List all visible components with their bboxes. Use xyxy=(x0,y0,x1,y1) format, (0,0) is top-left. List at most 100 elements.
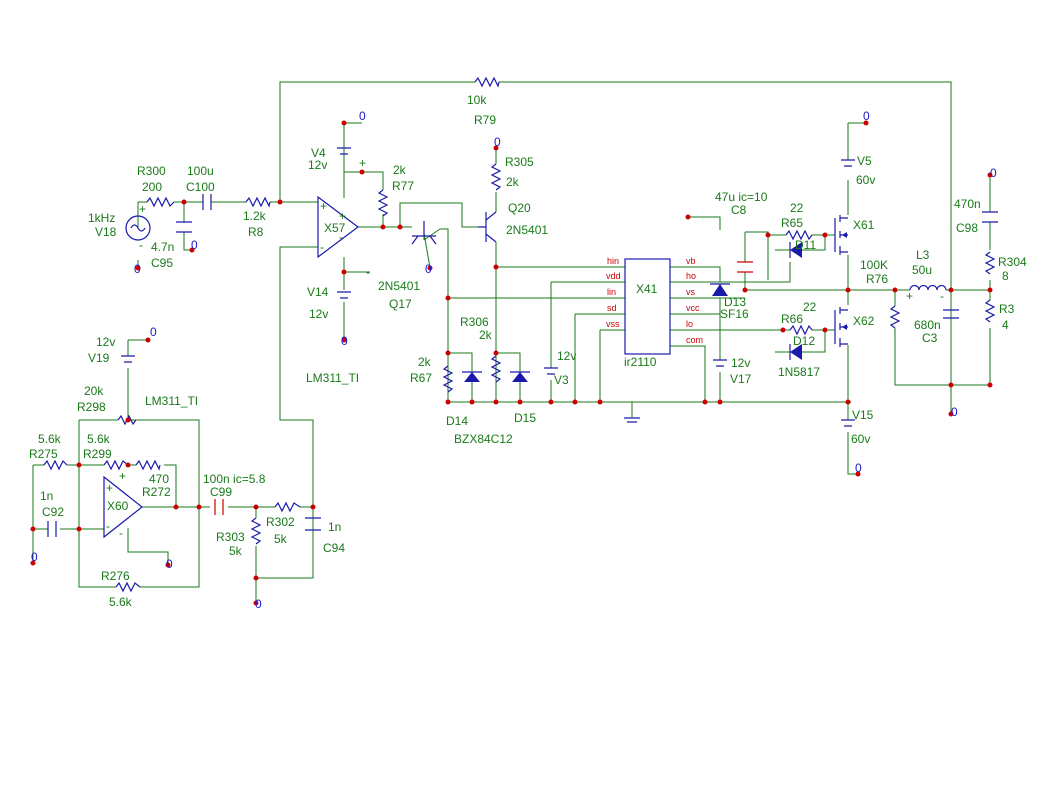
capacitor-c98 xyxy=(982,211,998,223)
label-r298: R298 xyxy=(77,400,106,414)
x60-minus-supply-mark: - xyxy=(119,526,123,540)
battery-v17 xyxy=(713,359,727,367)
label-lm311-x57: LM311_TI xyxy=(306,371,359,385)
pin-vss: vss xyxy=(606,319,620,329)
pin-lin: lin xyxy=(607,287,616,297)
resistor-r300 xyxy=(146,196,175,208)
node-dot xyxy=(987,287,993,293)
label-r275: R275 xyxy=(29,447,58,461)
node-dot xyxy=(359,169,365,175)
label-x62: X62 xyxy=(853,314,875,328)
v14-minus-mark: - xyxy=(366,265,370,279)
x60-plus-mark: + xyxy=(106,481,113,495)
v18-minus-mark: - xyxy=(139,238,143,252)
label-r3: R3 xyxy=(999,302,1015,316)
label-r77-value: 2k xyxy=(393,163,407,177)
label-r305-value: 2k xyxy=(506,175,520,189)
label-r67: R67 xyxy=(410,371,432,385)
resistor-r303 xyxy=(250,517,262,545)
label-v18: V18 xyxy=(95,225,117,239)
label-q20-value: 2N5401 xyxy=(506,223,548,237)
schematic-canvas: R300 200 100u C100 1kHz V18 4.7n C95 1.2… xyxy=(29,76,1027,611)
ground-label: 0 xyxy=(31,550,38,564)
capacitor-c95 xyxy=(176,221,192,233)
zener-d15 xyxy=(510,371,530,382)
label-d12-value: 1N5817 xyxy=(778,365,820,379)
label-r66: R66 xyxy=(781,312,803,326)
pin-lo: lo xyxy=(686,319,693,329)
transistor-q17 xyxy=(411,221,437,245)
node-dot xyxy=(822,232,828,238)
label-r306-value: 2k xyxy=(479,328,493,342)
label-r65: R65 xyxy=(781,216,803,230)
label-v15-value: 60v xyxy=(851,432,870,446)
label-v17: V17 xyxy=(730,372,752,386)
label-x60: X60 xyxy=(107,499,129,513)
label-r8-value: 1.2k xyxy=(243,209,267,223)
node-dot xyxy=(493,350,499,356)
label-d15: D15 xyxy=(514,411,536,425)
node-dot xyxy=(445,399,451,405)
resistor-r79 xyxy=(474,76,500,88)
x57-plus-mark: + xyxy=(320,199,327,213)
ir2110-pin-labels: hin vdd lin sd vss vb ho vs vcc lo com xyxy=(606,256,703,345)
battery-v19 xyxy=(121,355,135,363)
ground-label: 0 xyxy=(494,135,501,149)
label-v15: V15 xyxy=(852,408,874,422)
label-d12: D12 xyxy=(793,334,815,348)
label-r299: R299 xyxy=(83,447,112,461)
node-dot xyxy=(173,504,179,510)
label-r276-value: 5.6k xyxy=(109,595,133,609)
resistor-r302 xyxy=(274,501,301,513)
ground-label: 0 xyxy=(990,166,997,180)
node-dot xyxy=(780,327,786,333)
mosfet-x61 xyxy=(834,215,848,255)
label-r305: R305 xyxy=(505,155,534,169)
node-dot xyxy=(742,287,748,293)
pin-com: com xyxy=(686,335,703,345)
label-c95: C95 xyxy=(151,256,173,270)
label-c99: C99 xyxy=(210,485,232,499)
label-r272-value: 470 xyxy=(149,472,169,486)
label-r300-value: 200 xyxy=(142,180,162,194)
node-dot xyxy=(253,504,259,510)
node-dot xyxy=(517,399,523,405)
label-x61: X61 xyxy=(853,218,875,232)
label-r276: R276 xyxy=(101,569,130,583)
label-c3: C3 xyxy=(922,331,938,345)
label-c94: C94 xyxy=(323,541,345,555)
label-r306: R306 xyxy=(460,315,489,329)
label-r3-value: 4 xyxy=(1002,318,1009,332)
label-r79: R79 xyxy=(474,113,496,127)
label-c98: C98 xyxy=(956,221,978,235)
node-dot xyxy=(125,462,131,468)
label-c92: C92 xyxy=(42,505,64,519)
pin-vb: vb xyxy=(686,256,696,266)
label-r65-value: 22 xyxy=(790,201,804,215)
zener-d14 xyxy=(462,371,482,382)
label-r77: R77 xyxy=(392,179,414,193)
ground-icon xyxy=(624,417,640,423)
pin-hin: hin xyxy=(607,256,619,266)
label-d11: D11 xyxy=(795,238,816,252)
labels: R300 200 100u C100 1kHz V18 4.7n C95 1.2… xyxy=(29,93,1027,609)
node-dot xyxy=(277,199,283,205)
label-ir2110: ir2110 xyxy=(624,355,657,369)
label-q17-value: 2N5401 xyxy=(378,279,420,293)
node-dot xyxy=(702,399,708,405)
pin-sd: sd xyxy=(607,303,617,313)
ground-label: 0 xyxy=(425,262,432,276)
node-dot xyxy=(397,224,403,230)
resistor-r299 xyxy=(103,459,129,471)
label-r67-value: 2k xyxy=(418,355,432,369)
resistor-r272 xyxy=(135,459,161,471)
node-dot xyxy=(469,399,475,405)
label-v4-value: 12v xyxy=(308,158,327,172)
resistor-r304 xyxy=(984,251,996,275)
r76-plus-mark: + xyxy=(906,289,913,303)
label-bzx84c12: BZX84C12 xyxy=(454,432,513,446)
label-c94-value: 1n xyxy=(328,520,341,534)
node-dot xyxy=(341,120,347,126)
node-dot xyxy=(685,214,691,220)
node-dot xyxy=(30,526,36,532)
